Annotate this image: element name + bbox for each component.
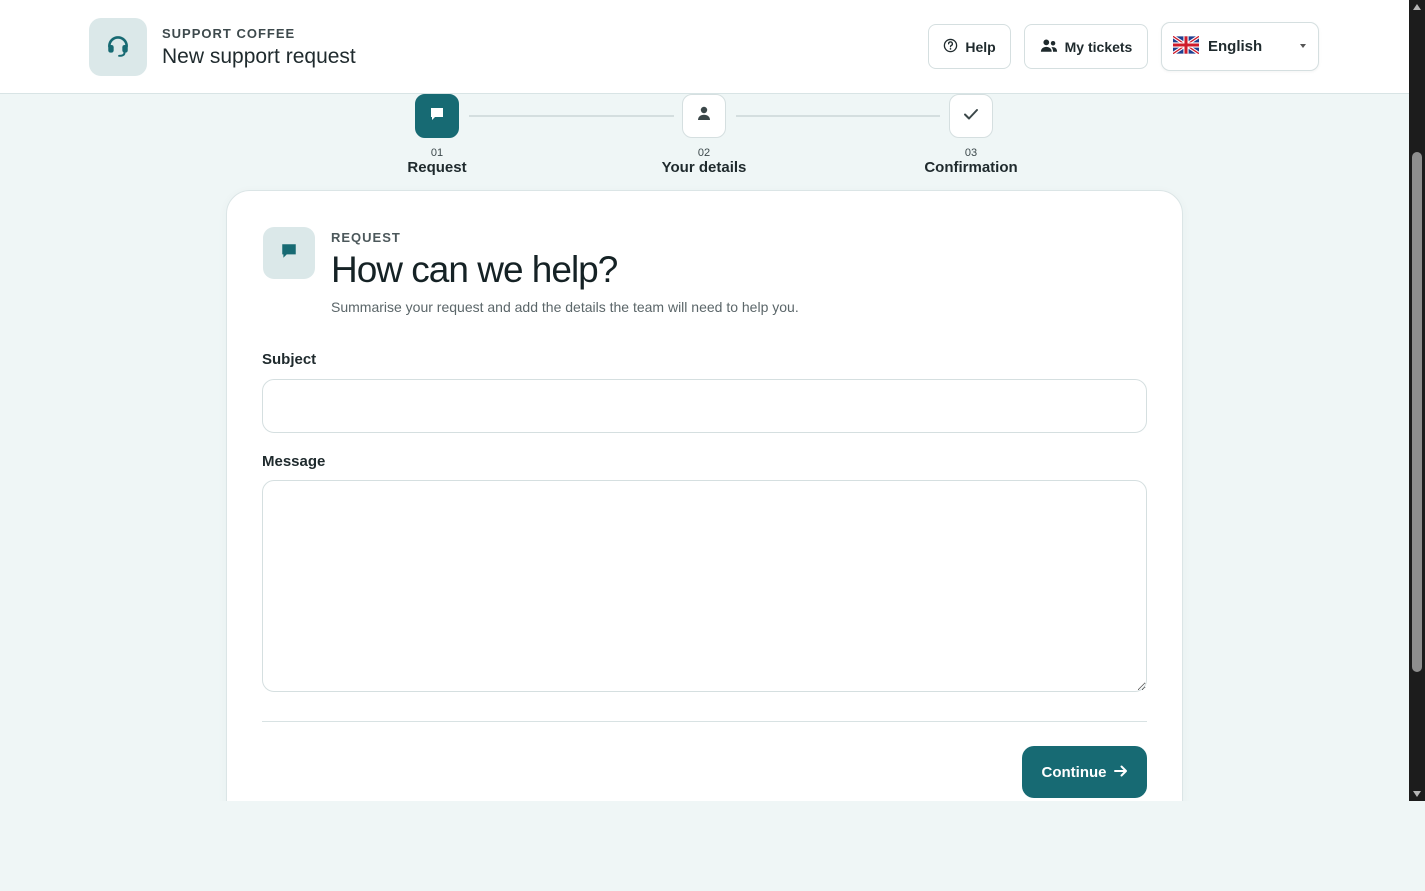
step-label: Your details bbox=[661, 159, 747, 176]
card-icon-tile bbox=[263, 227, 315, 279]
subject-input[interactable] bbox=[262, 379, 1147, 433]
page-viewport: SUPPORT COFFEE New support request Help bbox=[0, 0, 1409, 801]
continue-button[interactable]: Continue bbox=[1022, 746, 1147, 798]
request-form-card: REQUEST How can we help? Summarise your … bbox=[226, 190, 1183, 801]
step-number: 02 bbox=[697, 147, 711, 159]
step-number: 03 bbox=[964, 147, 978, 159]
step-circle bbox=[415, 94, 459, 138]
users-icon bbox=[1040, 38, 1058, 56]
language-select[interactable]: English bbox=[1161, 22, 1319, 71]
subject-label: Subject bbox=[262, 351, 317, 368]
arrow-right-icon bbox=[1113, 764, 1128, 781]
caret-down-icon bbox=[1300, 44, 1306, 48]
step-your-details: 02 Your details bbox=[634, 94, 774, 176]
form-subtitle: Summarise your request and add the detai… bbox=[331, 299, 799, 315]
step-confirmation: 03 Confirmation bbox=[901, 94, 1041, 176]
help-label: Help bbox=[965, 38, 996, 55]
brand-name: SUPPORT COFFEE bbox=[162, 26, 296, 41]
language-value: English bbox=[1208, 38, 1263, 55]
my-tickets-label: My tickets bbox=[1064, 38, 1133, 55]
vertical-scrollbar[interactable] bbox=[1409, 0, 1425, 801]
chat-icon bbox=[429, 106, 445, 127]
my-tickets-button[interactable]: My tickets bbox=[1024, 24, 1148, 69]
top-header: SUPPORT COFFEE New support request Help bbox=[0, 0, 1409, 94]
form-divider bbox=[262, 721, 1147, 722]
scroll-down-icon[interactable] bbox=[1413, 791, 1421, 797]
scrollbar-thumb[interactable] bbox=[1412, 152, 1422, 672]
step-label: Request bbox=[407, 159, 467, 176]
uk-flag-icon bbox=[1172, 34, 1200, 58]
form-heading: How can we help? bbox=[331, 249, 618, 290]
step-number: 01 bbox=[430, 147, 444, 159]
step-request: 01 Request bbox=[367, 94, 507, 176]
check-icon bbox=[963, 107, 979, 126]
page-title: New support request bbox=[162, 45, 356, 68]
page-footer-area bbox=[0, 801, 1425, 891]
message-label: Message bbox=[262, 453, 326, 470]
headset-icon bbox=[105, 32, 131, 63]
step-circle bbox=[949, 94, 993, 138]
scroll-up-icon[interactable] bbox=[1413, 4, 1421, 10]
help-button[interactable]: Help bbox=[928, 24, 1011, 69]
continue-label: Continue bbox=[1041, 763, 1107, 781]
message-textarea[interactable] bbox=[262, 480, 1147, 692]
section-eyebrow: REQUEST bbox=[331, 230, 401, 245]
user-icon bbox=[697, 106, 711, 126]
step-label: Confirmation bbox=[924, 159, 1018, 176]
step-circle bbox=[682, 94, 726, 138]
brand-logo bbox=[89, 18, 147, 76]
help-icon bbox=[943, 38, 958, 56]
chat-icon bbox=[280, 242, 298, 265]
